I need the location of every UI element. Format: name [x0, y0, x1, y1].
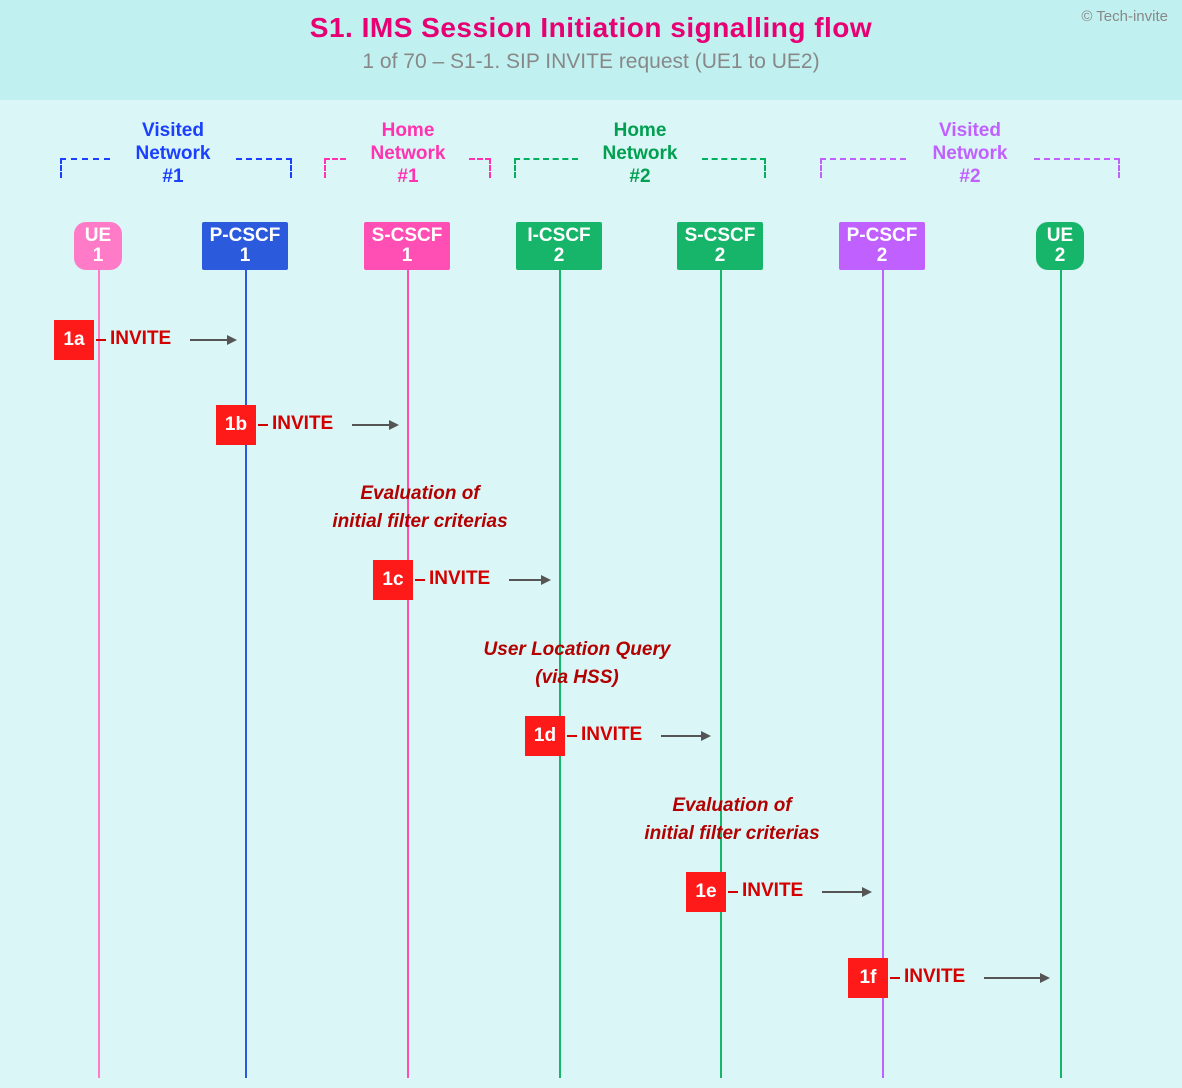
network-label-home-2: Home Network #2: [580, 120, 700, 188]
msg-1c: INVITE: [429, 568, 490, 590]
arrow-1c: [509, 579, 549, 581]
arrow-1d: [661, 735, 709, 737]
bracket-home-1-right: [469, 158, 491, 178]
node-l2: 2: [877, 246, 888, 266]
node-icscf2: I-CSCF 2: [516, 222, 602, 270]
lifeline-scscf2: [720, 270, 722, 1078]
net-l2: Network: [603, 143, 678, 164]
node-l2: 2: [554, 246, 565, 266]
node-l1: I-CSCF: [527, 226, 590, 246]
annot-eval-2: Evaluation of initial filter criterias: [622, 792, 842, 847]
node-scscf1: S-CSCF 1: [364, 222, 450, 270]
node-l1: S-CSCF: [372, 226, 443, 246]
step-1e: 1e: [686, 872, 726, 912]
arrow-1e: [822, 891, 870, 893]
network-label-home-1: Home Network #1: [348, 120, 468, 188]
annot-l1: Evaluation of: [360, 483, 479, 504]
node-pcscf1: P-CSCF 1: [202, 222, 288, 270]
node-l2: 1: [240, 246, 251, 266]
net-l2: Network: [136, 143, 211, 164]
net-l1: Home: [614, 120, 667, 141]
step-1d: 1d: [525, 716, 565, 756]
copyright: © Tech-invite: [1081, 8, 1168, 25]
step-1c: 1c: [373, 560, 413, 600]
net-l2: Network: [371, 143, 446, 164]
bracket-visited-1-left: [60, 158, 110, 178]
annot-ulq: User Location Query (via HSS): [462, 636, 692, 691]
lifeline-pcscf2: [882, 270, 884, 1078]
bracket-visited-2-right: [1034, 158, 1120, 178]
node-l2: 1: [402, 246, 413, 266]
net-l1: Visited: [939, 120, 1001, 141]
page-subtitle: 1 of 70 – S1-1. SIP INVITE request (UE1 …: [0, 50, 1182, 74]
net-l1: Home: [382, 120, 435, 141]
node-l2: 2: [1055, 246, 1066, 266]
network-label-visited-2: Visited Network #2: [910, 120, 1030, 188]
node-l1: P-CSCF: [847, 226, 918, 246]
msg-1d: INVITE: [581, 724, 642, 746]
annot-l1: User Location Query: [484, 639, 671, 660]
bracket-home-1-left: [324, 158, 346, 178]
page-title: S1. IMS Session Initiation signalling fl…: [0, 12, 1182, 44]
net-l3: #2: [629, 166, 650, 187]
network-label-visited-1: Visited Network #1: [113, 120, 233, 188]
node-l1: S-CSCF: [685, 226, 756, 246]
msg-1b: INVITE: [272, 413, 333, 435]
lifeline-pcscf1: [245, 270, 247, 1078]
node-pcscf2: P-CSCF 2: [839, 222, 925, 270]
node-ue2: UE 2: [1036, 222, 1084, 270]
node-l2: 2: [715, 246, 726, 266]
annot-l2: initial filter criterias: [332, 511, 507, 532]
lifeline-ue1: [98, 270, 100, 1078]
arrow-1f: [984, 977, 1048, 979]
msg-1f: INVITE: [904, 966, 965, 988]
bracket-visited-2-left: [820, 158, 906, 178]
bracket-home-2-right: [702, 158, 766, 178]
net-l3: #1: [397, 166, 418, 187]
node-l2: 1: [93, 246, 104, 266]
arrow-1a: [190, 339, 235, 341]
msg-1a: INVITE: [110, 328, 171, 350]
net-l2: Network: [933, 143, 1008, 164]
step-1b: 1b: [216, 405, 256, 445]
node-l1: UE: [1047, 226, 1073, 246]
net-l1: Visited: [142, 120, 204, 141]
node-scscf2: S-CSCF 2: [677, 222, 763, 270]
net-l3: #2: [959, 166, 980, 187]
node-ue1: UE 1: [74, 222, 122, 270]
node-l1: UE: [85, 226, 111, 246]
annot-l1: Evaluation of: [672, 795, 791, 816]
msg-1e: INVITE: [742, 880, 803, 902]
bracket-visited-1-right: [236, 158, 292, 178]
net-l3: #1: [162, 166, 183, 187]
step-1f: 1f: [848, 958, 888, 998]
node-l1: P-CSCF: [210, 226, 281, 246]
arrow-1b: [352, 424, 397, 426]
lifeline-scscf1: [407, 270, 409, 1078]
annot-l2: (via HSS): [535, 667, 618, 688]
bracket-home-2-left: [514, 158, 578, 178]
step-1a: 1a: [54, 320, 94, 360]
lifeline-ue2: [1060, 270, 1062, 1078]
annot-l2: initial filter criterias: [644, 823, 819, 844]
header: © Tech-invite S1. IMS Session Initiation…: [0, 0, 1182, 100]
annot-eval-1: Evaluation of initial filter criterias: [310, 480, 530, 535]
